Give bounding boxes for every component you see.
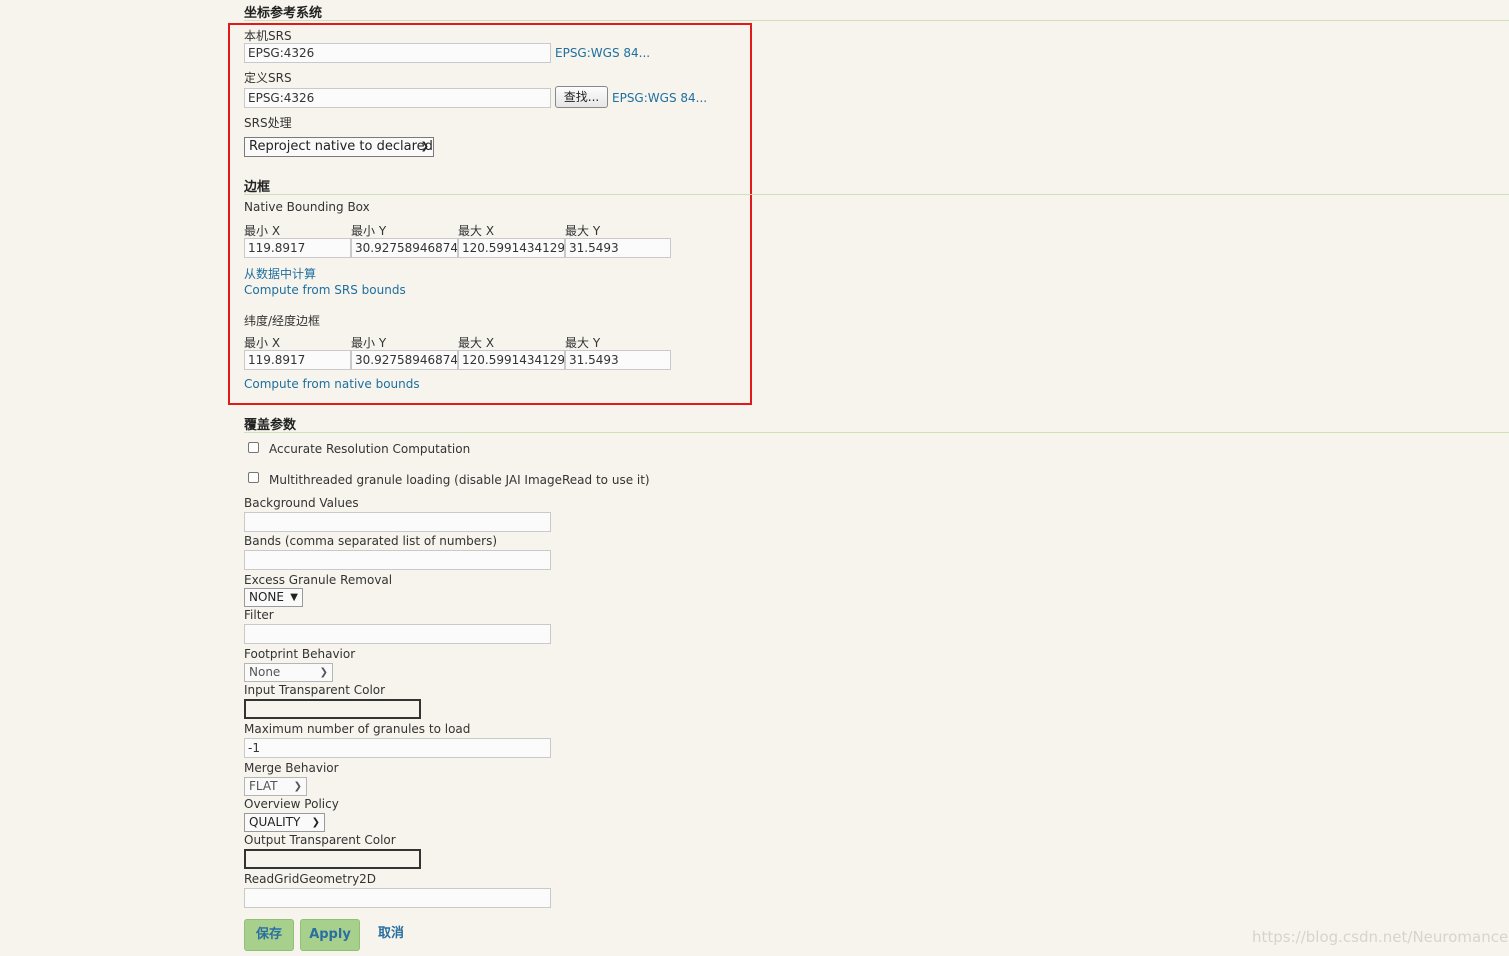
declared-srs-input[interactable]: EPSG:4326 bbox=[244, 88, 551, 108]
native-srs-link[interactable]: EPSG:WGS 84... bbox=[555, 46, 650, 60]
overview-policy-label: Overview Policy bbox=[244, 797, 339, 811]
latlon-maxy-input[interactable]: 31.5493 bbox=[565, 350, 671, 370]
crs-divider bbox=[244, 20, 1509, 21]
native-maxy-label: 最大 Y bbox=[565, 224, 601, 238]
overview-policy-value: QUALITY bbox=[249, 815, 301, 829]
compute-from-srs-link[interactable]: Compute from SRS bounds bbox=[244, 283, 406, 297]
latlon-maxy-label: 最大 Y bbox=[565, 336, 601, 350]
merge-behavior-label: Merge Behavior bbox=[244, 761, 339, 775]
crs-heading: 坐标参考系统 bbox=[244, 6, 323, 21]
footprint-value: None bbox=[249, 665, 281, 679]
chevron-down-icon: ❯ bbox=[420, 141, 429, 152]
srs-handling-select[interactable]: Reproject native to declared ❯ bbox=[244, 137, 434, 157]
latlon-maxx-label: 最大 X bbox=[458, 336, 495, 350]
excess-granule-label: Excess Granule Removal bbox=[244, 573, 393, 587]
bbox-heading: 边框 bbox=[244, 180, 271, 195]
multithreaded-checkbox[interactable] bbox=[248, 472, 259, 483]
excess-granule-value: NONE bbox=[249, 590, 284, 604]
native-minx-input[interactable]: 119.8917 bbox=[244, 238, 351, 258]
footprint-label: Footprint Behavior bbox=[244, 647, 356, 661]
latlon-minx-input[interactable]: 119.8917 bbox=[244, 350, 351, 370]
latlon-miny-label: 最小 Y bbox=[351, 336, 387, 350]
input-transparent-color-field[interactable] bbox=[244, 699, 421, 719]
declared-srs-label: 定义SRS bbox=[244, 71, 292, 85]
compute-from-native-link[interactable]: Compute from native bounds bbox=[244, 377, 420, 391]
input-transparent-color-label: Input Transparent Color bbox=[244, 683, 386, 697]
latlon-bbox-title: 纬度/经度边框 bbox=[244, 314, 321, 328]
readgrid-input[interactable] bbox=[244, 888, 551, 908]
filter-input[interactable] bbox=[244, 624, 551, 644]
footprint-select[interactable]: None ❯ bbox=[244, 663, 333, 682]
apply-button[interactable]: Apply bbox=[300, 919, 360, 951]
chevron-down-icon: ❯ bbox=[311, 817, 320, 828]
bbox-divider bbox=[244, 194, 1509, 195]
native-srs-input[interactable]: EPSG:4326 bbox=[244, 43, 551, 63]
coverage-heading: 覆盖参数 bbox=[244, 418, 297, 433]
native-srs-label: 本机SRS bbox=[244, 29, 292, 43]
overview-policy-select[interactable]: QUALITY ❯ bbox=[244, 813, 325, 832]
readgrid-label: ReadGridGeometry2D bbox=[244, 872, 377, 886]
native-miny-input[interactable]: 30.92758946874604 bbox=[351, 238, 458, 258]
filter-label: Filter bbox=[244, 608, 274, 622]
native-maxx-input[interactable]: 120.59914341296… bbox=[458, 238, 565, 258]
save-button[interactable]: 保存 bbox=[244, 919, 294, 951]
accurate-resolution-checkbox[interactable] bbox=[248, 442, 259, 453]
native-minx-label: 最小 X bbox=[244, 224, 281, 238]
srs-handling-label: SRS处理 bbox=[244, 116, 292, 130]
excess-granule-select[interactable]: NONE ▼ bbox=[244, 588, 303, 607]
native-maxy-input[interactable]: 31.5493 bbox=[565, 238, 671, 258]
compute-from-data-link[interactable]: 从数据中计算 bbox=[244, 265, 316, 282]
max-granules-input[interactable]: -1 bbox=[244, 738, 551, 758]
cancel-link[interactable]: 取消 bbox=[372, 919, 410, 951]
bands-label: Bands (comma separated list of numbers) bbox=[244, 534, 498, 548]
chevron-down-icon: ❯ bbox=[319, 667, 328, 678]
latlon-miny-input[interactable]: 30.92758946874604 bbox=[351, 350, 458, 370]
find-srs-button[interactable]: 查找... bbox=[555, 86, 608, 108]
coverage-divider bbox=[244, 432, 1509, 433]
native-maxx-label: 最大 X bbox=[458, 224, 495, 238]
background-values-input[interactable] bbox=[244, 512, 551, 532]
caret-down-icon: ▼ bbox=[290, 592, 298, 603]
declared-srs-link[interactable]: EPSG:WGS 84... bbox=[612, 91, 707, 105]
chevron-down-icon: ❯ bbox=[293, 781, 302, 792]
watermark: https://blog.csdn.net/Neuromancerr bbox=[1252, 928, 1509, 946]
latlon-maxx-input[interactable]: 120.59914341296… bbox=[458, 350, 565, 370]
max-granules-label: Maximum number of granules to load bbox=[244, 722, 471, 736]
latlon-minx-label: 最小 X bbox=[244, 336, 281, 350]
output-transparent-color-field[interactable] bbox=[244, 849, 421, 869]
native-bbox-title: Native Bounding Box bbox=[244, 200, 370, 214]
multithreaded-label: Multithreaded granule loading (disable J… bbox=[269, 473, 650, 487]
background-values-label: Background Values bbox=[244, 496, 359, 510]
output-transparent-color-label: Output Transparent Color bbox=[244, 833, 396, 847]
accurate-resolution-label: Accurate Resolution Computation bbox=[269, 442, 471, 456]
srs-handling-value: Reproject native to declared bbox=[249, 139, 433, 154]
merge-behavior-select[interactable]: FLAT ❯ bbox=[244, 777, 307, 796]
native-miny-label: 最小 Y bbox=[351, 224, 387, 238]
merge-behavior-value: FLAT bbox=[249, 779, 278, 793]
bands-input[interactable] bbox=[244, 550, 551, 570]
